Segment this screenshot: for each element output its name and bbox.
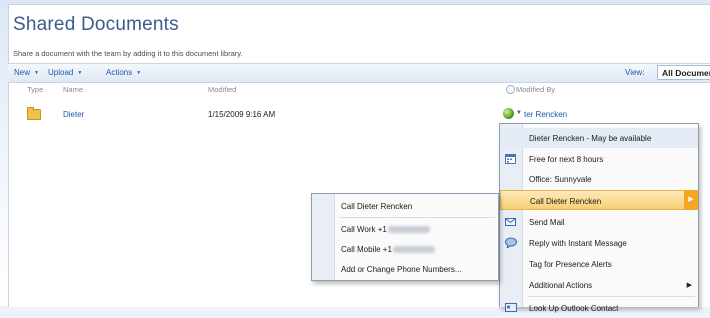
folder-icon (27, 107, 41, 120)
call-mobile-item[interactable]: Call Mobile +1 (312, 239, 498, 259)
actions-dropdown-icon: ▼ (136, 69, 142, 76)
tag-alerts-label: Tag for Presence Alerts (529, 260, 612, 269)
modified-date: 1/15/2009 9:16 AM (208, 110, 276, 119)
view-label: View: (625, 68, 645, 77)
additional-actions-item[interactable]: Additional Actions ▶ (500, 275, 698, 295)
column-header-modified-by[interactable]: Modified By (516, 85, 555, 94)
document-name-link[interactable]: Dieter (63, 110, 84, 119)
call-submenu: Call Dieter Rencken Call Work +1 Call Mo… (311, 193, 499, 281)
free-busy-label: Free for next 8 hours (529, 155, 604, 164)
submenu-separator (340, 217, 495, 218)
presence-dropdown-icon[interactable]: ▼ (516, 110, 522, 116)
call-submenu-label: Call Dieter Rencken (530, 197, 602, 206)
contact-card-icon (505, 302, 517, 313)
modified-by-link[interactable]: ter Rencken (524, 110, 567, 119)
call-work-label: Call Work +1 (341, 225, 387, 234)
modified-by-radio-icon (506, 85, 515, 94)
upload-menu-button[interactable]: Upload ▼ (48, 68, 82, 77)
upload-label: Upload (48, 68, 74, 77)
view-selector[interactable]: All Documents (657, 65, 710, 80)
call-work-item[interactable]: Call Work +1 (312, 219, 498, 239)
new-menu-button[interactable]: New ▼ (14, 68, 39, 77)
submenu-arrow-icon: ▶ (684, 190, 698, 210)
actions-menu-button[interactable]: Actions ▼ (106, 68, 141, 77)
column-header-name[interactable]: Name (63, 85, 83, 94)
lookup-contact-item[interactable]: Look Up Outlook Contact (500, 298, 698, 318)
reply-im-item[interactable]: Reply with Instant Message (500, 233, 698, 253)
free-busy-item: Free for next 8 hours (500, 149, 698, 169)
send-mail-label: Send Mail (529, 218, 565, 227)
new-dropdown-icon: ▼ (34, 69, 39, 76)
library-toolbar: New▼ Upload▼ Actions▼ View: All Document… (8, 63, 710, 83)
presence-header-label: Dieter Rencken - May be available (529, 134, 652, 143)
additional-actions-label: Additional Actions (529, 281, 593, 290)
office-location-label: Office: Sunnyvale (529, 175, 592, 184)
presence-header: Dieter Rencken - May be available (500, 128, 698, 148)
column-header-modified[interactable]: Modified (208, 85, 236, 94)
call-submenu-item[interactable]: Call Dieter Rencken ▶ (500, 190, 698, 210)
page-description: Share a document with the team by adding… (13, 49, 243, 58)
presence-menu: Dieter Rencken - May be available Free f… (499, 123, 699, 313)
page-title: Shared Documents (13, 14, 179, 35)
tag-alerts-item[interactable]: Tag for Presence Alerts (500, 254, 698, 274)
send-mail-item[interactable]: Send Mail (500, 212, 698, 232)
redacted-number (392, 246, 435, 254)
presence-status-icon[interactable] (503, 108, 514, 119)
call-mobile-label: Call Mobile +1 (341, 245, 392, 254)
actions-label: Actions (106, 68, 133, 77)
office-location-item: Office: Sunnyvale (500, 169, 698, 189)
call-name-item[interactable]: Call Dieter Rencken (312, 196, 498, 216)
upload-dropdown-icon: ▼ (77, 69, 83, 76)
mail-icon (505, 216, 516, 227)
additional-submenu-arrow-icon: ▶ (686, 282, 692, 289)
lookup-contact-label: Look Up Outlook Contact (529, 304, 619, 313)
column-header-type[interactable]: Type (27, 85, 43, 94)
add-phone-label: Add or Change Phone Numbers... (341, 265, 462, 274)
call-name-label: Call Dieter Rencken (341, 202, 413, 211)
redacted-number (387, 226, 430, 234)
new-label: New (14, 68, 31, 77)
calendar-icon (505, 153, 516, 164)
add-phone-item[interactable]: Add or Change Phone Numbers... (312, 259, 498, 279)
menu-separator (528, 296, 695, 297)
reply-im-label: Reply with Instant Message (529, 239, 627, 248)
instant-message-icon (505, 237, 517, 250)
